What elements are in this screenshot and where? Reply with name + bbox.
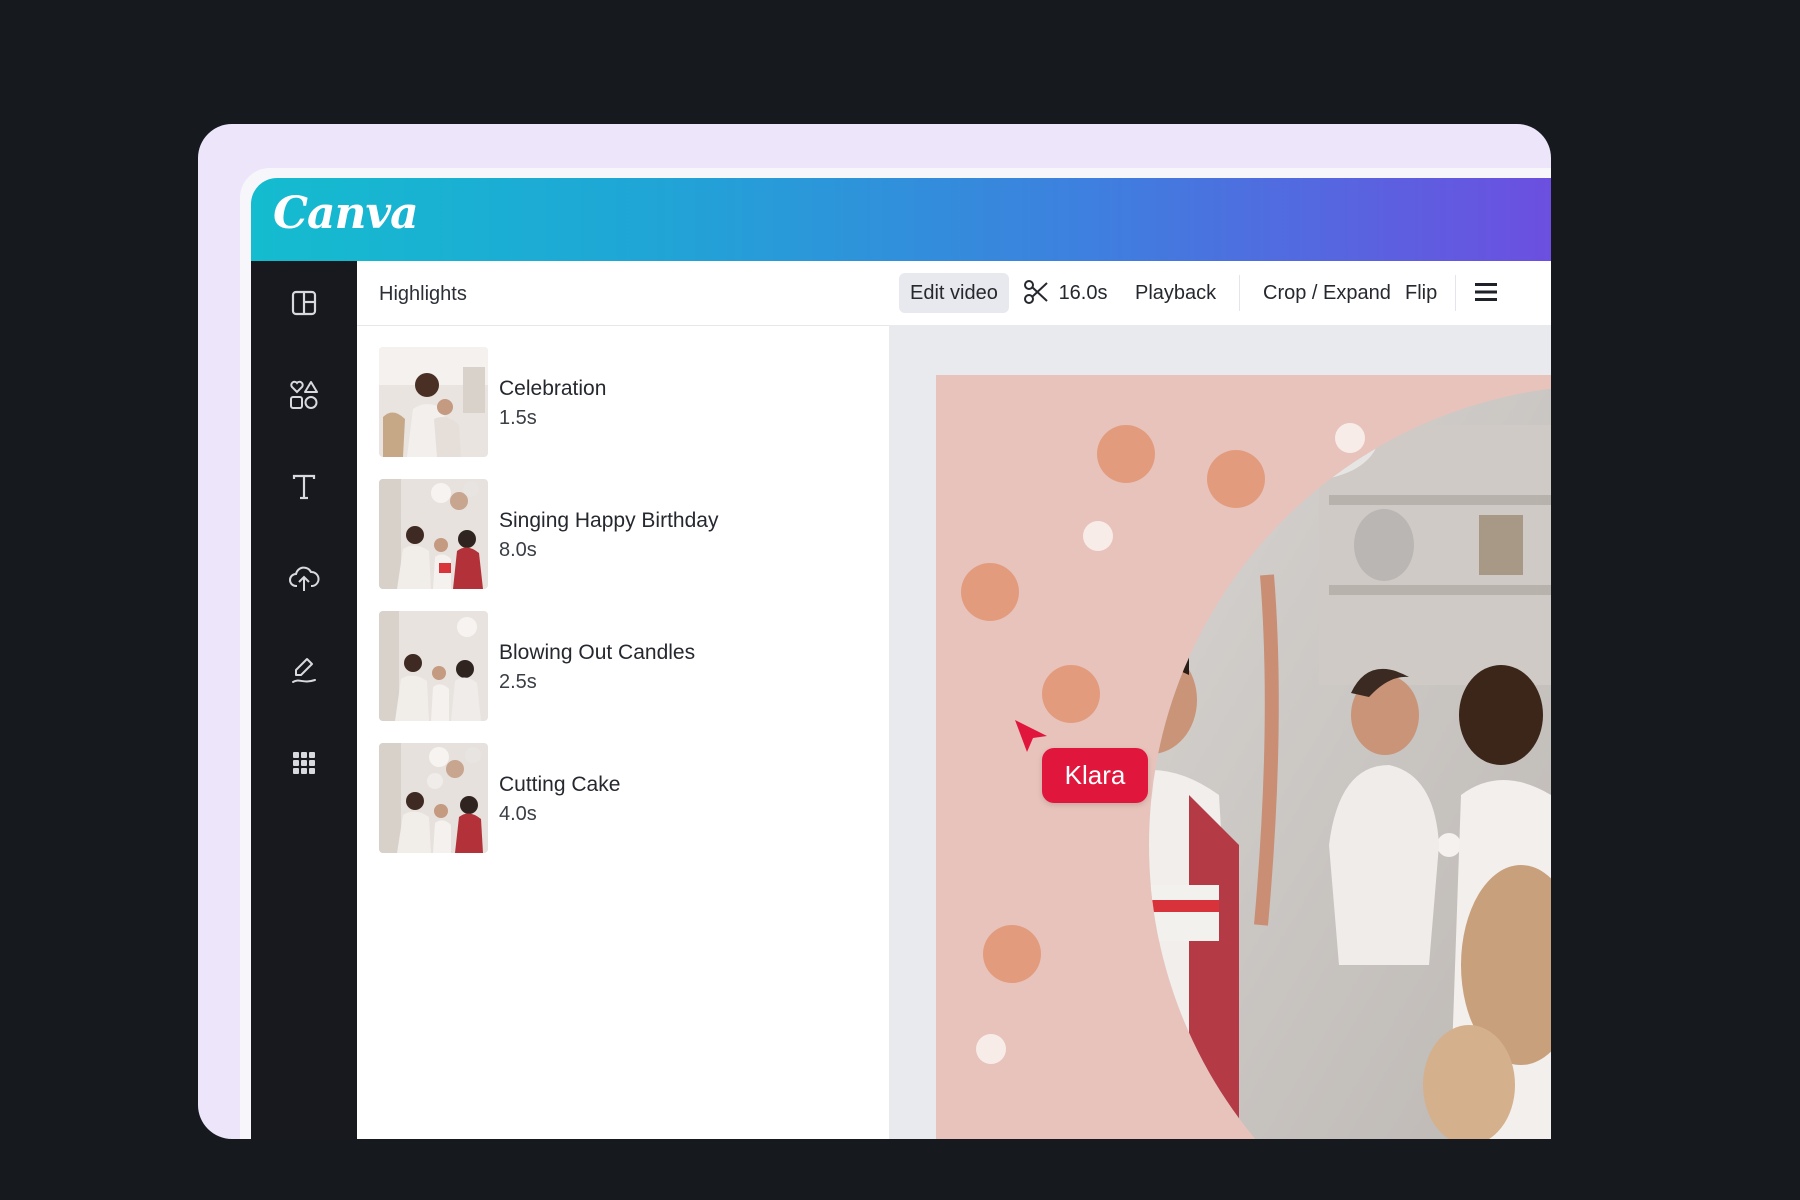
confetti-dot bbox=[961, 563, 1019, 621]
video-duration: 16.0s bbox=[1058, 282, 1108, 304]
clip-duration: 2.5s bbox=[499, 671, 537, 693]
elements-icon[interactable] bbox=[284, 375, 324, 415]
trim-button[interactable]: 16.0s bbox=[1023, 273, 1108, 313]
apps-icon[interactable] bbox=[284, 743, 324, 783]
clip-thumbnail bbox=[379, 347, 488, 457]
panel-header: Highlights bbox=[357, 261, 889, 326]
collaborator-cursor bbox=[1011, 716, 1051, 756]
panel-title: Highlights bbox=[379, 283, 467, 305]
collaborator-name-tag: Klara bbox=[1042, 748, 1148, 803]
toolbar-divider bbox=[1239, 275, 1240, 311]
flip-button[interactable]: Flip bbox=[1405, 273, 1437, 313]
side-rail bbox=[251, 261, 357, 1139]
toolbar-divider bbox=[1455, 275, 1456, 311]
clip-thumbnail bbox=[379, 743, 488, 853]
confetti-dot bbox=[1207, 450, 1265, 508]
edit-video-button[interactable]: Edit video bbox=[899, 273, 1009, 313]
clip-duration: 1.5s bbox=[499, 407, 537, 429]
confetti-dot bbox=[1042, 665, 1100, 723]
canva-editor-window: Canva Highlights Celebration 1.5s Singin… bbox=[251, 178, 1551, 1139]
clip-duration: 4.0s bbox=[499, 803, 537, 825]
clip-item[interactable]: Blowing Out Candles 2.5s bbox=[379, 611, 889, 721]
text-icon[interactable] bbox=[284, 467, 324, 507]
uploads-icon[interactable] bbox=[284, 559, 324, 599]
clip-thumbnail bbox=[379, 611, 488, 721]
crop-expand-button[interactable]: Crop / Expand bbox=[1263, 273, 1391, 313]
header-bar: Canva bbox=[251, 178, 1551, 261]
clip-duration: 8.0s bbox=[499, 539, 537, 561]
design-page[interactable] bbox=[889, 325, 1551, 1139]
confetti-dot bbox=[1335, 423, 1365, 453]
clip-thumbnail bbox=[379, 479, 488, 589]
clip-item[interactable]: Singing Happy Birthday 8.0s bbox=[379, 479, 889, 589]
scissors-icon bbox=[1024, 280, 1048, 304]
canva-logo[interactable]: Canva bbox=[273, 188, 419, 239]
editor-toolbar: Edit video 16.0s Playback Crop / Expand … bbox=[889, 261, 1551, 326]
pointer-icon bbox=[1015, 720, 1047, 752]
confetti-dot bbox=[983, 925, 1041, 983]
templates-icon[interactable] bbox=[284, 283, 324, 323]
clip-title: Blowing Out Candles bbox=[499, 641, 696, 664]
clip-title: Celebration bbox=[499, 377, 607, 400]
confetti-dot bbox=[1097, 425, 1155, 483]
confetti-dot bbox=[976, 1034, 1006, 1064]
clip-item[interactable]: Cutting Cake 4.0s bbox=[379, 743, 889, 853]
draw-icon[interactable] bbox=[284, 651, 324, 691]
clip-title: Cutting Cake bbox=[499, 773, 621, 796]
highlights-panel: Highlights Celebration 1.5s Singing Happ… bbox=[357, 261, 890, 1139]
menu-icon[interactable] bbox=[1473, 279, 1499, 307]
confetti-dot bbox=[1083, 521, 1113, 551]
canvas-area bbox=[889, 325, 1551, 1139]
clip-item[interactable]: Celebration 1.5s bbox=[379, 347, 889, 457]
clip-title: Singing Happy Birthday bbox=[499, 509, 719, 532]
playback-button[interactable]: Playback bbox=[1135, 273, 1216, 313]
